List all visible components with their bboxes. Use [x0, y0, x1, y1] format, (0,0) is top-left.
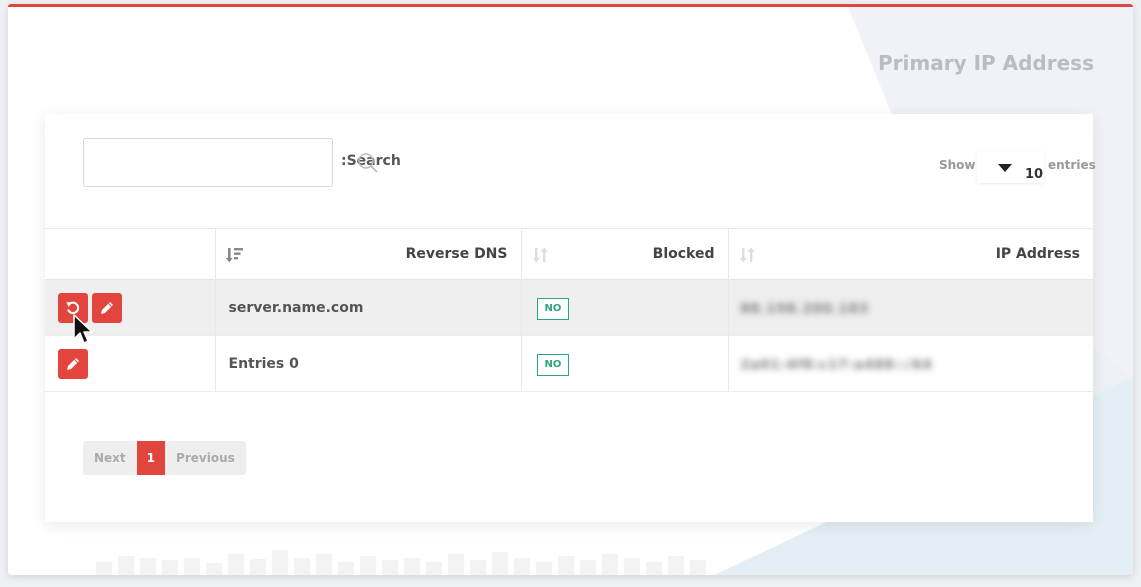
ip-cell: 2a01:4f8:c17:a488::/64 [728, 336, 1093, 392]
row-actions [45, 279, 216, 336]
edit-button[interactable] [58, 348, 88, 379]
blocked-header-label: Blocked [652, 246, 715, 262]
next-page-button[interactable]: Next [83, 441, 137, 475]
dns-header-label: Reverse DNS [405, 246, 508, 262]
blocked-header[interactable]: Blocked [521, 228, 729, 280]
status-badge: NO [536, 353, 570, 376]
sort-icon [225, 248, 243, 263]
ip-table: Reverse DNS Blocked IP Address server.na… [45, 228, 1093, 392]
status-badge: NO [536, 297, 570, 320]
ip-value: 88.198.200.183 [740, 302, 869, 317]
pencil-icon [101, 301, 113, 314]
previous-page-button[interactable]: Previous [165, 441, 246, 475]
edit-button[interactable] [92, 292, 122, 323]
show-label: Show [939, 158, 976, 172]
search-input[interactable] [83, 138, 333, 187]
caret-down-icon [998, 164, 1012, 172]
page-1-button[interactable]: 1 [136, 441, 166, 475]
sort-icon [532, 247, 548, 263]
entries-label: entries [1048, 158, 1096, 172]
entries-value: 10 [1025, 167, 1044, 182]
entries-select[interactable]: 10 [977, 151, 1044, 183]
page-title: Primary IP Address [878, 51, 1094, 75]
pagination: Next 1 Previous [83, 441, 246, 475]
ip-table-card: :Search Show 10 entries Reverse DNS Bloc… [45, 114, 1096, 522]
row-actions [45, 335, 216, 392]
dns-header[interactable]: Reverse DNS [215, 228, 522, 280]
pencil-icon [67, 357, 79, 370]
blocked-cell: NO [521, 335, 729, 392]
blocked-cell: NO [521, 279, 729, 336]
ip-header[interactable]: IP Address [728, 229, 1093, 280]
dns-cell: server.name.com [215, 279, 522, 336]
ip-value: 2a01:4f8:c17:a488::/64 [740, 358, 933, 373]
sort-icon [739, 247, 755, 263]
actions-header [45, 228, 216, 280]
table-row: server.name.com NO 88.198.200.183 [45, 279, 1093, 336]
mouse-cursor-icon [73, 314, 93, 344]
ip-header-label: IP Address [995, 246, 1080, 262]
table-header-row: Reverse DNS Blocked IP Address [45, 228, 1093, 280]
table-row: Entries 0 NO 2a01:4f8:c17:a488::/64 [45, 335, 1093, 392]
dns-cell: Entries 0 [215, 335, 522, 392]
search-icon [358, 153, 378, 173]
ip-cell: 88.198.200.183 [728, 280, 1093, 336]
main-panel: Primary IP Address :Search Show 10 entri… [8, 4, 1133, 575]
